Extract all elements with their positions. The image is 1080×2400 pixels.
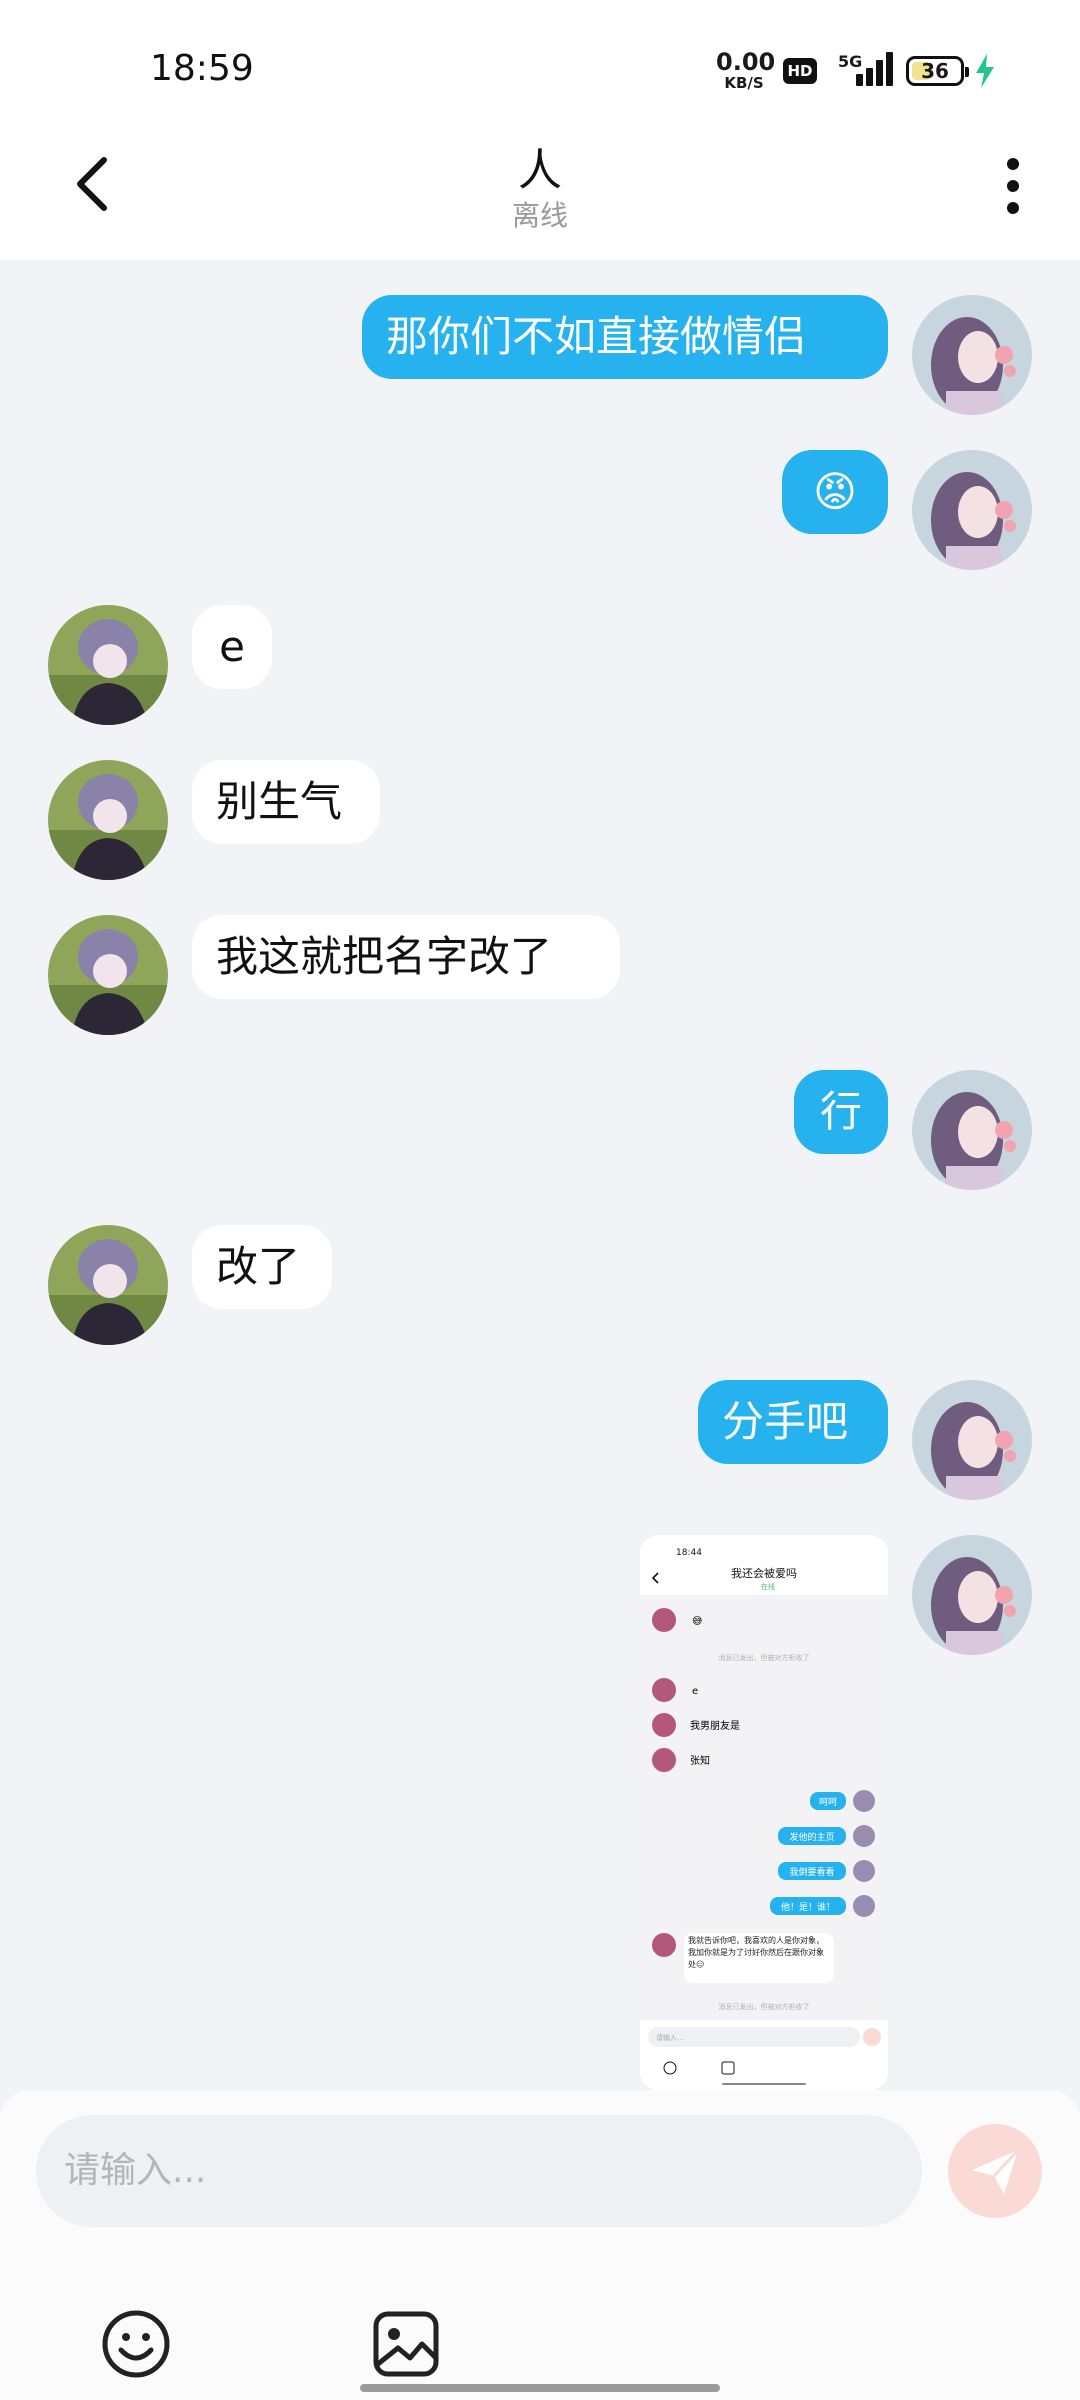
composer-panel: 请输入... [0,2090,1080,2400]
shot-time: 18:44 [676,1548,702,1558]
message-bubble-incoming[interactable]: 改了 [192,1225,332,1309]
shot-contact-avatar [652,1748,676,1772]
shot-my-avatar [853,1790,875,1812]
shot-contact-avatar [652,1608,676,1632]
message-bubble-incoming[interactable]: e [192,605,272,689]
more-options-icon[interactable] [998,156,1028,216]
message-bubble-outgoing[interactable]: 那你们不如直接做情侣 [362,295,888,379]
signal-bar-3 [876,60,883,86]
emoji-icon[interactable] [100,2308,172,2380]
message-bubble-incoming[interactable]: 别生气 [192,760,380,844]
contact-avatar[interactable] [48,605,168,725]
shot-message-in: 😅 [692,1616,702,1627]
battery-nub [965,67,969,77]
shot-message-in: 张知 [690,1754,710,1767]
shot-my-avatar [853,1895,875,1917]
shot-my-avatar [853,1825,875,1847]
signal-bar-4 [886,52,893,86]
shot-contact-avatar [652,1933,676,1957]
hd-badge: HD [783,58,817,84]
contact-avatar[interactable] [48,760,168,880]
message-input-placeholder: 请输入... [64,2150,207,2191]
contact-avatar[interactable] [48,915,168,1035]
message-bubble-outgoing[interactable]: 分手吧 [698,1380,888,1464]
shot-system-note: 消息已发出，但被对方拒收了 [719,2002,810,2011]
message-list[interactable]: 那你们不如直接做情侣 😡 e 别生气 我这就把名字改了 行 改了 分手吧 18:… [0,260,1080,2090]
signal-icon: 5G [838,52,894,86]
shot-system-note: 消息已发出，但被对方拒收了 [719,1653,810,1662]
send-icon [972,2148,1020,2194]
signal-label: 5G [838,52,863,71]
contact-name: 人 [518,145,562,196]
status-bar: 18:59 0.00 KB/S HD 5G 36 [0,0,1080,130]
signal-bar-2 [866,68,873,86]
shot-message-out: 我倒要看看 [789,1866,834,1878]
charging-icon [976,54,994,88]
my-avatar[interactable] [912,1380,1032,1500]
shot-title: 我还会被爱吗 [731,1567,797,1580]
signal-bar-1 [856,74,863,86]
shot-input-placeholder: 请输入... [656,2033,684,2042]
shot-contact-avatar [652,1713,676,1737]
my-avatar[interactable] [912,1535,1032,1655]
status-time: 18:59 [150,48,254,89]
image-message[interactable]: 18:44 我还会被爱吗 在线 😅 消息已发出，但被对方拒收了 e 我男朋友是 … [640,1535,888,2090]
contact-status: 离线 [511,199,568,232]
shot-send-icon [863,2028,881,2046]
network-speed-value: 0.00 [716,48,776,76]
chat-header: 人 离线 [0,130,1080,260]
shot-my-avatar [853,1860,875,1882]
shot-message-in: 我男朋友是 [690,1719,740,1732]
send-button[interactable] [948,2124,1042,2218]
battery-icon: 36 [906,56,969,86]
shot-message-in: e [692,1686,698,1697]
message-bubble-outgoing[interactable]: 行 [794,1070,888,1154]
home-indicator [360,2384,720,2392]
my-avatar[interactable] [912,450,1032,570]
battery-percent: 36 [921,59,949,83]
shot-status: 在线 [761,1582,775,1591]
image-icon[interactable] [370,2308,442,2380]
shot-message-out: 呵呵 [819,1797,837,1808]
message-bubble-incoming[interactable]: 我这就把名字改了 [192,915,620,999]
network-speed-unit: KB/S [724,74,764,92]
my-avatar[interactable] [912,1070,1032,1190]
shot-contact-avatar [652,1678,676,1702]
shot-message-out: 发他的主页 [789,1831,834,1843]
contact-avatar[interactable] [48,1225,168,1345]
shot-long-message-box: 我就告诉你吧，我喜欢的人是你对象，我加你就是为了讨好你然后在跟你对象处😑 [688,1936,824,1969]
message-bubble-outgoing[interactable]: 😡 [782,450,888,534]
shot-home-bar [722,2083,806,2085]
my-avatar[interactable] [912,295,1032,415]
message-input[interactable]: 请输入... [36,2115,922,2227]
network-speed: 0.00 KB/S [716,48,776,92]
shot-message-out: 他！是！谁！ [781,1901,835,1913]
shot-long-message: 我就告诉你吧，我喜欢的人是你对象，我加你就是为了讨好你然后在跟你对象处😑 [688,1936,824,1969]
